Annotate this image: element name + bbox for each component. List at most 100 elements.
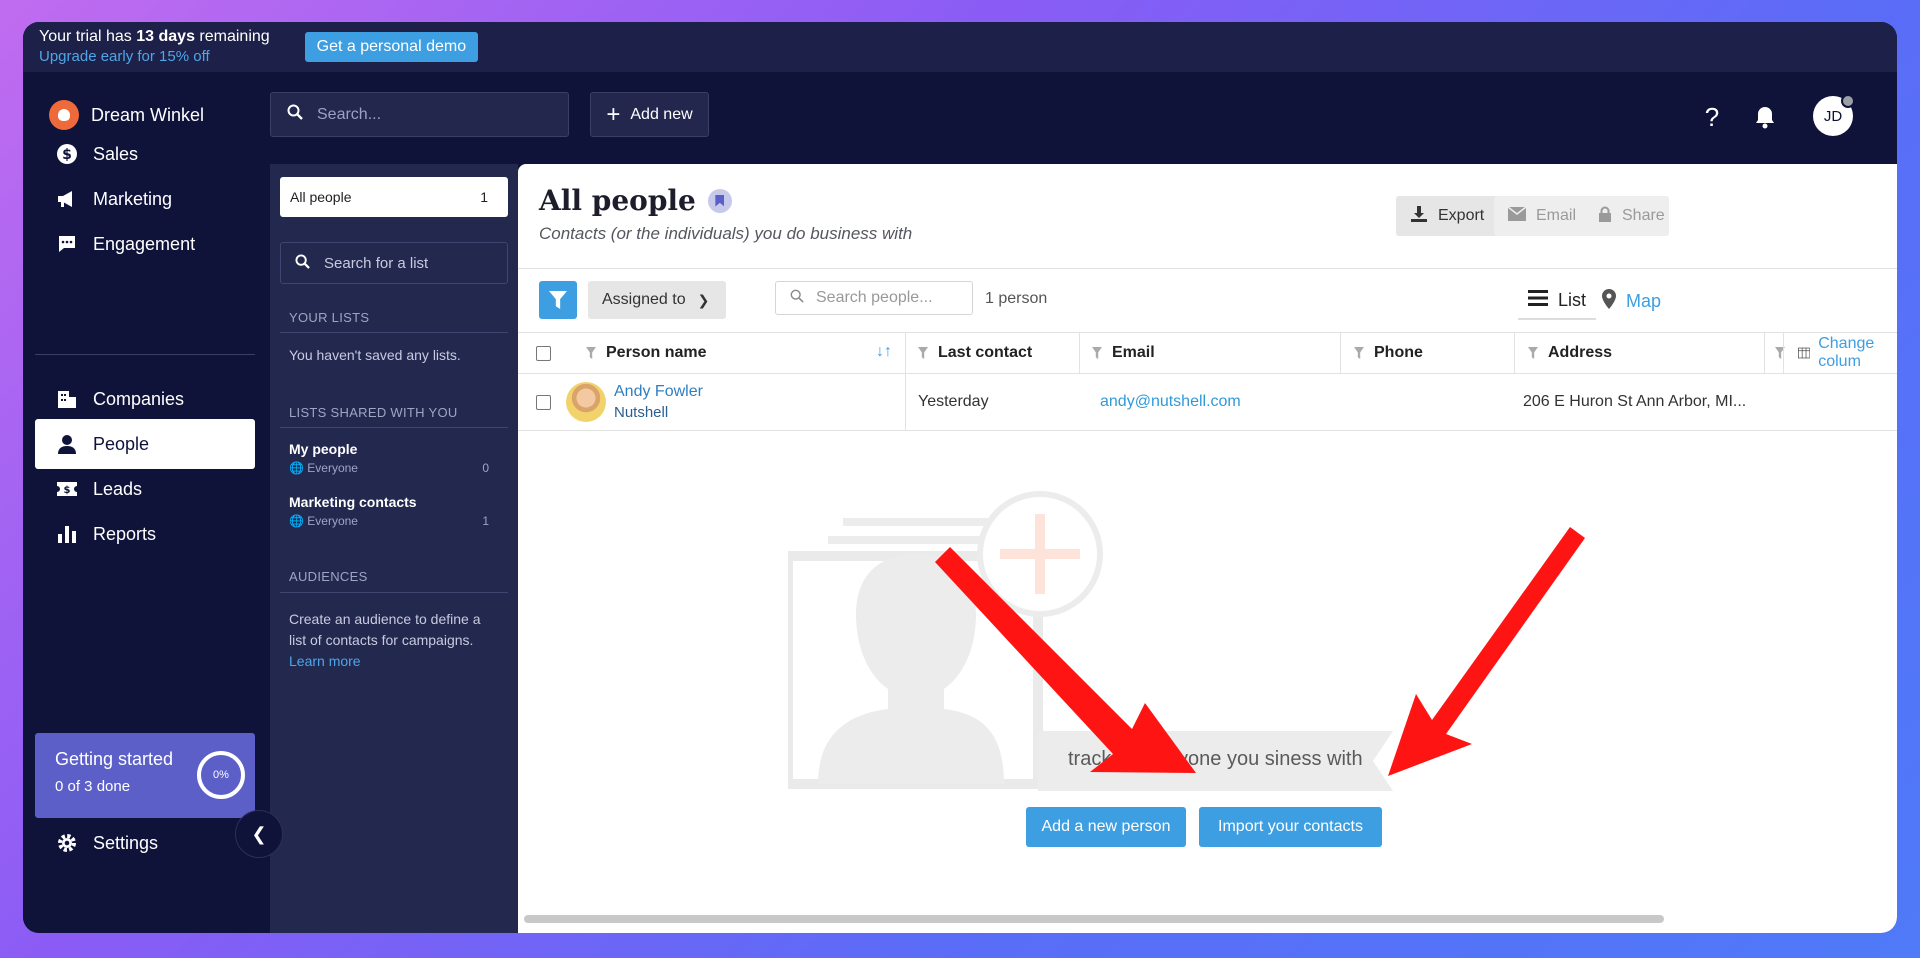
list-name: All people [290, 189, 352, 205]
divider [280, 592, 508, 593]
map-pin-icon [1602, 288, 1616, 314]
audiences-text: Create an audience to define a list of c… [289, 611, 481, 669]
table-row[interactable]: Andy Fowler Nutshell Yesterday andy@nuts… [518, 374, 1897, 431]
avatar[interactable]: JD [1813, 94, 1855, 136]
nav-item-engagement[interactable]: Engagement [35, 219, 255, 269]
gear-icon [55, 831, 79, 855]
export-button[interactable]: Export [1396, 196, 1499, 236]
view-list-tab[interactable]: List [1518, 282, 1597, 320]
lists-panel: All people 1 Search for a list YOUR LIST… [270, 164, 518, 933]
email-button[interactable]: Email [1494, 196, 1591, 236]
shared-lists-heading: LISTS SHARED WITH YOU [289, 405, 458, 420]
column-divider [905, 333, 906, 373]
learn-more-link[interactable]: Learn more [289, 653, 361, 669]
nav-item-leads[interactable]: $ Leads [35, 464, 255, 514]
person-cell: Andy Fowler Nutshell [566, 374, 703, 430]
people-search-input[interactable]: Search people... [775, 281, 973, 315]
column-email[interactable]: Email [1092, 333, 1155, 373]
table-header: Person name ↓↑ Last contact Email Phone … [518, 332, 1897, 374]
nav-label: Leads [93, 478, 143, 499]
email-link[interactable]: andy@nutshell.com [1100, 374, 1241, 430]
personal-demo-button[interactable]: Get a personal demo [304, 32, 479, 62]
shared-list-scope: 🌐 Everyone [289, 514, 358, 528]
import-contacts-button[interactable]: Import your contacts [1199, 807, 1382, 847]
list-search-input[interactable]: Search for a list [280, 242, 508, 284]
assigned-to-label: Assigned to [602, 291, 686, 308]
view-map-tab[interactable]: Map [1602, 282, 1661, 320]
share-button[interactable]: Share [1584, 196, 1669, 236]
shared-list-item[interactable]: Marketing contacts 🌐 Everyone 1 [289, 494, 489, 528]
view-list-label: List [1558, 289, 1587, 310]
divider [280, 427, 508, 428]
brand[interactable]: Dream Winkel [49, 100, 204, 130]
row-checkbox[interactable] [536, 374, 551, 430]
building-icon [55, 387, 79, 411]
chevron-left-icon: ❮ [251, 823, 267, 844]
column-person-name[interactable]: Person name [586, 333, 706, 373]
list-selector-all-people[interactable]: All people 1 [280, 177, 508, 217]
nav-item-companies[interactable]: Companies [35, 374, 255, 424]
assigned-to-dropdown[interactable]: Assigned to ❯ [588, 281, 726, 319]
horizontal-scrollbar[interactable] [524, 915, 1664, 923]
view-map-label: Map [1626, 290, 1662, 311]
column-resize-handle[interactable] [1775, 333, 1795, 373]
nav-item-settings[interactable]: Settings [35, 818, 255, 868]
address-cell: 206 E Huron St Ann Arbor, MI... [1523, 393, 1747, 410]
collapse-sidebar-button[interactable]: ❮ [235, 810, 283, 858]
change-columns-button[interactable]: Change colum [1798, 333, 1897, 373]
global-search-input[interactable]: Search... [270, 92, 569, 137]
nav-label: Sales [93, 143, 139, 164]
last-contact-cell: Yesterday [918, 393, 989, 410]
column-divider [1764, 333, 1765, 373]
app-window: Your trial has 13 days remaining Upgrade… [23, 22, 1897, 933]
nav-item-people[interactable]: People [35, 419, 255, 469]
search-icon [295, 253, 310, 273]
megaphone-icon [55, 187, 79, 211]
nav-label: Marketing [93, 188, 173, 209]
dollar-icon: $ [55, 142, 79, 166]
bookmark-icon[interactable] [707, 188, 732, 213]
acorn-icon [49, 100, 79, 130]
main-content: All people Contacts (or the individuals)… [518, 164, 1897, 933]
upgrade-link[interactable]: Upgrade early for 15% off [39, 47, 270, 67]
filter-icon [1528, 347, 1538, 359]
bell-icon[interactable] [1750, 102, 1780, 132]
column-address[interactable]: Address [1528, 333, 1612, 373]
download-icon [1410, 205, 1428, 228]
nav-label: People [93, 433, 150, 454]
progress-ring: 0% [197, 751, 245, 799]
add-new-label: Add new [630, 105, 693, 123]
trial-remaining: Your trial has 13 days remaining [39, 28, 270, 45]
columns-icon [1798, 347, 1811, 359]
avatar [566, 382, 606, 422]
shared-list-item[interactable]: My people 🌐 Everyone 0 [289, 441, 489, 475]
nav-label: Reports [93, 523, 157, 544]
sort-icon[interactable]: ↓↑ [876, 343, 892, 361]
filter-button[interactable] [539, 281, 577, 319]
chat-icon [55, 232, 79, 256]
question-icon[interactable]: ? [1697, 102, 1727, 132]
main-sidebar: Dream Winkel $ Sales Marketing Engagemen… [23, 72, 270, 933]
your-lists-heading: YOUR LISTS [289, 310, 370, 325]
add-new-button[interactable]: + Add new [590, 92, 709, 137]
search-icon [287, 104, 303, 125]
nav-divider [35, 354, 255, 355]
select-all-checkbox[interactable] [536, 333, 551, 373]
column-last-contact[interactable]: Last contact [918, 333, 1032, 373]
nav-item-marketing[interactable]: Marketing [35, 174, 255, 224]
nav-label: Settings [93, 832, 159, 853]
svg-text:$: $ [64, 485, 71, 496]
nav-item-reports[interactable]: Reports [35, 509, 255, 559]
shared-list-name: My people [289, 441, 358, 457]
trial-banner: Your trial has 13 days remaining Upgrade… [23, 22, 1897, 72]
nav-item-sales[interactable]: $ Sales [35, 129, 255, 179]
person-company-link[interactable]: Nutshell [614, 404, 703, 421]
person-name-link[interactable]: Andy Fowler [614, 383, 703, 401]
email-label: Email [1536, 207, 1577, 224]
brand-name: Dream Winkel [91, 104, 205, 125]
add-new-person-button[interactable]: Add a new person [1026, 807, 1186, 847]
shared-list-count: 1 [482, 514, 489, 528]
getting-started-card[interactable]: Getting started 0 of 3 done 0% [35, 733, 255, 818]
column-phone[interactable]: Phone [1354, 333, 1423, 373]
column-divider [1340, 333, 1341, 373]
